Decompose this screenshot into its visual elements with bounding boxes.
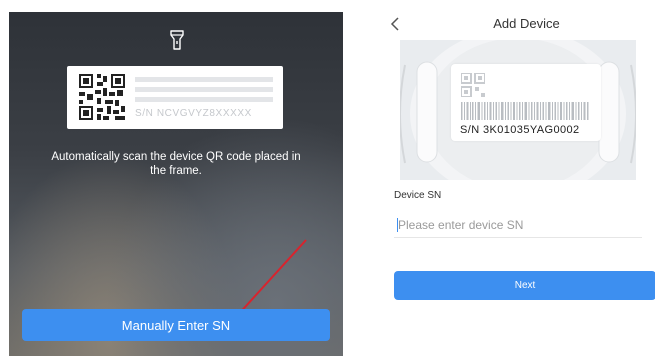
device-sn-input[interactable]	[394, 212, 642, 238]
qr-scanner-screen: S/N NCVGVYZ8XXXXX Automatically scan the…	[9, 12, 343, 356]
sample-serial-number: S/N NCVGVYZ8XXXXX	[135, 108, 252, 119]
label-line	[135, 77, 273, 82]
add-device-screen: Add Device S/N 3K01035YAG0002 Device SN …	[376, 0, 655, 356]
page-title: Add Device	[493, 16, 560, 31]
text-cursor	[397, 218, 398, 232]
manually-enter-sn-button[interactable]: Manually Enter SN	[22, 309, 330, 341]
scan-instructions: Automatically scan the device QR code pl…	[51, 151, 301, 177]
sample-device-label: S/N NCVGVYZ8XXXXX	[67, 66, 283, 129]
device-label: S/N 3K01035YAG0002	[451, 64, 601, 141]
label-line	[135, 97, 273, 102]
device-illustration: S/N 3K01035YAG0002	[400, 40, 636, 180]
flashlight-icon[interactable]	[170, 30, 184, 50]
device-sn-field-label: Device SN	[394, 190, 442, 201]
label-line	[135, 87, 273, 92]
next-button[interactable]: Next	[394, 271, 655, 300]
barcode-image	[461, 102, 589, 120]
qr-code-image	[79, 74, 125, 120]
device-serial-number: S/N 3K01035YAG0002	[460, 124, 580, 136]
qr-code-image	[461, 73, 485, 97]
